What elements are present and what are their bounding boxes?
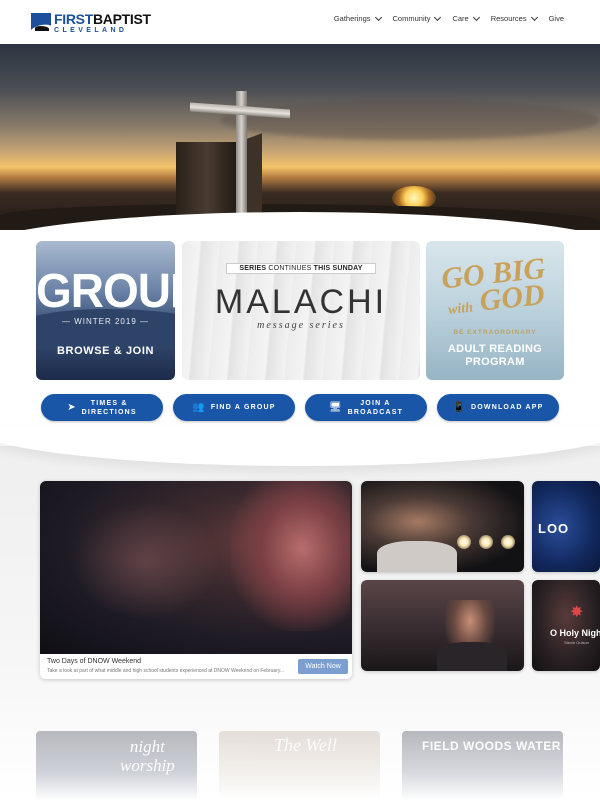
featured-video-title: Two Days of DNOW Weekend xyxy=(47,658,142,665)
monitor-icon: 🖥 xyxy=(328,401,342,413)
chevron-down-icon xyxy=(434,13,442,21)
thumb-holy-title: O Holy Night xyxy=(550,628,600,638)
label-line: TIMES & xyxy=(90,399,128,407)
malachi-subtitle: message series xyxy=(257,320,345,331)
download-app-button[interactable]: 📱 DOWNLOAD APP xyxy=(437,394,559,421)
hero-clouds xyxy=(220,100,600,140)
site-logo[interactable]: FIRSTBAPTIST CLEVELAND xyxy=(31,11,161,35)
join-broadcast-label: JOIN A BROADCAST xyxy=(348,399,404,417)
gobig-title: GO BIG with GOD xyxy=(429,252,560,326)
featured-video-description: Take a look at part of what middle and h… xyxy=(47,668,285,674)
times-directions-label: TIMES & DIRECTIONS xyxy=(82,399,137,417)
nav-community[interactable]: Community xyxy=(392,13,442,23)
gobig-cta-2: PROGRAM xyxy=(465,356,525,368)
gobig-title-2: with xyxy=(447,300,474,318)
logo-mark-icon xyxy=(31,13,51,33)
malachi-tag-end: THIS SUNDAY xyxy=(313,265,363,272)
watch-now-button[interactable]: Watch Now xyxy=(298,659,348,674)
featured-video-frame xyxy=(40,481,352,654)
stage-light xyxy=(479,535,493,549)
logo-first: FIRST xyxy=(54,11,93,27)
nav-give[interactable]: Give xyxy=(549,14,564,23)
label-line: BROADCAST xyxy=(347,408,404,416)
main-nav: Gatherings Community Care Resources Give xyxy=(333,13,564,23)
promo-go-big[interactable]: GO BIG with GOD BE EXTRAORDINARY ADULT R… xyxy=(426,241,564,380)
find-group-button[interactable]: 👥 FIND A GROUP xyxy=(173,394,295,421)
card-title: night worship xyxy=(120,737,175,775)
gobig-cta-1: ADULT READING xyxy=(447,343,543,355)
gobig-title-3: GOD xyxy=(478,277,547,318)
groups-title: GROUPS xyxy=(36,262,175,318)
malachi-title: MALACHI xyxy=(214,283,388,321)
nav-label: Give xyxy=(548,14,564,23)
location-arrow-icon: ➤ xyxy=(67,401,76,413)
video-thumb-look[interactable]: LOO xyxy=(532,481,600,572)
groups-subtitle: — WINTER 2019 — xyxy=(61,317,149,326)
logo-baptist: BAPTIST xyxy=(92,11,151,27)
label-line: DIRECTIONS xyxy=(81,408,137,416)
logo-text: FIRSTBAPTIST CLEVELAND xyxy=(54,12,151,34)
nav-label: Care xyxy=(452,14,469,23)
card-title: FIELD WOODS WATER xyxy=(422,739,561,753)
thumb-look-title: LOO xyxy=(538,521,570,536)
featured-video[interactable]: Two Days of DNOW Weekend Take a look at … xyxy=(40,481,352,679)
groups-cta: BROWSE & JOIN xyxy=(56,345,155,357)
nav-label: Gatherings xyxy=(333,14,371,23)
nav-gatherings[interactable]: Gatherings xyxy=(333,13,382,23)
card-title-2: worship xyxy=(120,756,175,775)
stage-light xyxy=(457,535,471,549)
event-card-the-well[interactable]: The Well xyxy=(219,731,380,800)
find-group-label: FIND A GROUP xyxy=(210,404,276,411)
nav-label: Community xyxy=(392,14,431,23)
video-subject xyxy=(230,481,350,631)
video-blur xyxy=(70,501,220,621)
gobig-subtitle: BE EXTRAORDINARY xyxy=(453,329,537,336)
nav-label: Resources xyxy=(490,14,527,23)
chevron-down-icon xyxy=(530,13,538,21)
stage-light xyxy=(501,535,515,549)
video-thumb-speaker[interactable] xyxy=(361,481,524,572)
malachi-tag: SERIES CONTINUES THIS SUNDAY xyxy=(226,263,376,274)
site-header: FIRSTBAPTIST CLEVELAND Gatherings Commun… xyxy=(0,0,600,44)
times-directions-button[interactable]: ➤ TIMES & DIRECTIONS xyxy=(41,394,163,421)
download-app-label: DOWNLOAD APP xyxy=(470,404,544,411)
hero-image xyxy=(0,44,600,230)
label-line: JOIN A xyxy=(360,399,391,407)
logo-line1: FIRSTBAPTIST xyxy=(54,12,151,26)
card-title-1: night xyxy=(129,737,165,756)
nav-care[interactable]: Care xyxy=(452,13,480,23)
users-icon: 👥 xyxy=(192,401,205,413)
malachi-tag-bold: SERIES xyxy=(239,265,267,272)
video-thumb-holy-night[interactable]: ✸ O Holy Night Stevie Gulson xyxy=(532,580,600,671)
chevron-down-icon xyxy=(472,13,480,21)
speaker-figure xyxy=(377,541,457,572)
logo-line2: CLEVELAND xyxy=(54,27,128,34)
mobile-icon: 📱 xyxy=(452,401,465,413)
promo-groups[interactable]: GROUPS — WINTER 2019 — BROWSE & JOIN xyxy=(36,241,175,380)
malachi-tag-thin: CONTINUES xyxy=(268,265,312,272)
event-card-night-worship[interactable]: night worship xyxy=(36,731,197,800)
promo-malachi[interactable]: SERIES CONTINUES THIS SUNDAY MALACHI mes… xyxy=(182,241,420,380)
thumb-holy-subtitle: Stevie Gulson xyxy=(564,640,589,645)
nav-resources[interactable]: Resources xyxy=(490,13,538,23)
star-icon: ✸ xyxy=(570,604,584,621)
singer-body xyxy=(437,642,507,671)
video-thumb-singer[interactable] xyxy=(361,580,524,671)
event-card-field-woods-water[interactable]: FIELD WOODS WATER xyxy=(402,731,563,800)
join-broadcast-button[interactable]: 🖥 JOIN A BROADCAST xyxy=(305,394,427,421)
card-title: The Well xyxy=(274,735,337,755)
chevron-down-icon xyxy=(374,13,382,21)
gobig-cta: ADULT READING PROGRAM xyxy=(426,343,564,369)
